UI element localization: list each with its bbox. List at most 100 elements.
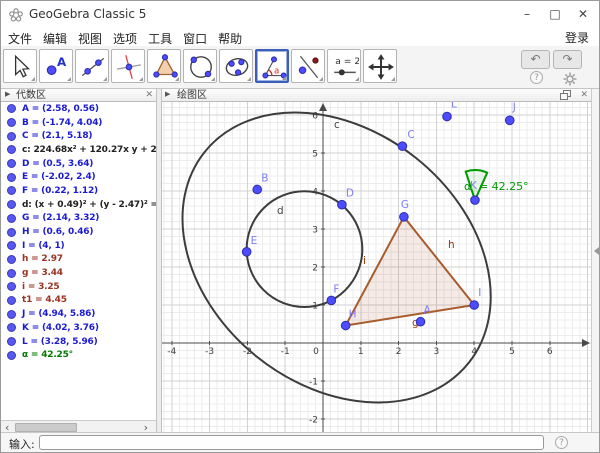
visibility-marble-icon[interactable] (7, 200, 16, 209)
menu-item-5[interactable]: 工具 (148, 30, 172, 47)
menu-item-4[interactable]: 选项 (113, 30, 137, 47)
algebra-item[interactable]: c: 224.68x² + 120.27x y + 250.8 (1, 143, 156, 157)
algebra-item[interactable]: L = (3.28, 5.96) (1, 335, 156, 349)
line-tool[interactable] (75, 49, 109, 83)
segment-label-h: h (448, 239, 455, 251)
algebra-item[interactable]: i = 3.25 (1, 280, 156, 294)
help-icon[interactable]: ? (530, 71, 543, 84)
move-tool[interactable] (3, 49, 37, 83)
angle-tool[interactable]: a (255, 49, 289, 83)
algebra-item-text: F = (0.22, 1.12) (22, 186, 98, 196)
point-B[interactable] (253, 185, 262, 194)
visibility-marble-icon[interactable] (7, 159, 16, 168)
collapse-handle-icon[interactable] (594, 247, 599, 255)
redo-button[interactable]: ↷ (553, 50, 582, 69)
point-K[interactable] (471, 196, 480, 205)
triangle-t1[interactable] (346, 217, 475, 326)
algebra-item[interactable]: H = (0.6, 0.46) (1, 225, 156, 239)
scrollbar-thumb[interactable] (15, 423, 77, 432)
point-L[interactable] (443, 112, 452, 121)
algebra-item-text: E = (-2.02, 2.4) (22, 172, 95, 182)
visibility-marble-icon[interactable] (7, 282, 16, 291)
menu-item-2[interactable]: 编辑 (43, 30, 67, 47)
visibility-marble-icon[interactable] (7, 228, 16, 237)
reflect-tool[interactable] (291, 49, 325, 83)
point-F[interactable] (327, 296, 336, 305)
algebra-item[interactable]: K = (4.02, 3.76) (1, 321, 156, 335)
angle-value-label: = 42.25° (479, 180, 529, 193)
input-help-icon[interactable]: ? (555, 436, 568, 449)
point-C[interactable] (398, 142, 407, 151)
visibility-marble-icon[interactable] (7, 337, 16, 346)
algebra-item[interactable]: D = (0.5, 3.64) (1, 157, 156, 171)
point-A[interactable] (416, 317, 425, 326)
algebra-item[interactable]: C = (2.1, 5.18) (1, 129, 156, 143)
algebra-item[interactable]: h = 2.97 (1, 253, 156, 267)
visibility-marble-icon[interactable] (7, 351, 16, 360)
algebra-item[interactable]: J = (4.94, 5.86) (1, 307, 156, 321)
point-H[interactable] (341, 321, 350, 330)
visibility-marble-icon[interactable] (7, 132, 16, 141)
algebra-item[interactable]: g = 3.44 (1, 266, 156, 280)
polygon-tool[interactable] (147, 49, 181, 83)
maximize-button[interactable]: □ (541, 1, 569, 27)
graphics-close-icon[interactable]: ✕ (580, 89, 588, 102)
menu-item-1[interactable]: 文件 (8, 30, 32, 47)
perpendicular-line-tool[interactable] (111, 49, 145, 83)
login-button[interactable]: 登录 (565, 29, 589, 46)
visibility-marble-icon[interactable] (7, 323, 16, 332)
algebra-item[interactable]: d: (x + 0.49)² + (y - 2.47)² = 2.34 (1, 198, 156, 212)
visibility-marble-icon[interactable] (7, 255, 16, 264)
visibility-marble-icon[interactable] (7, 173, 16, 182)
algebra-item[interactable]: A = (2.58, 0.56) (1, 102, 156, 116)
point-tool[interactable]: A (39, 49, 73, 83)
algebra-item-text: K = (4.02, 3.76) (22, 323, 99, 333)
toolbar: Aa a = 2 ↶ ↷ ? (1, 46, 599, 89)
point-G[interactable] (400, 213, 409, 222)
visibility-marble-icon[interactable] (7, 145, 16, 154)
algebra-item[interactable]: t1 = 4.45 (1, 294, 156, 308)
slider-tool[interactable]: a = 2 (327, 49, 361, 83)
menu-item-3[interactable]: 视图 (78, 30, 102, 47)
visibility-marble-icon[interactable] (7, 296, 16, 305)
undo-button[interactable]: ↶ (521, 50, 550, 69)
collapse-triangle-icon[interactable]: ▶ (165, 90, 170, 98)
algebra-item[interactable]: α = 42.25° (1, 348, 156, 362)
graphics-title: 绘图区 (177, 89, 207, 102)
algebra-close-icon[interactable]: ✕ (145, 89, 153, 102)
visibility-marble-icon[interactable] (7, 214, 16, 223)
algebra-item[interactable]: E = (-2.02, 2.4) (1, 170, 156, 184)
visibility-marble-icon[interactable] (7, 104, 16, 113)
visibility-marble-icon[interactable] (7, 186, 16, 195)
x-tick-label: 6 (547, 347, 553, 357)
point-D[interactable] (338, 200, 347, 209)
visibility-marble-icon[interactable] (7, 310, 16, 319)
algebra-item[interactable]: I = (4, 1) (1, 239, 156, 253)
close-button[interactable]: ✕ (569, 1, 597, 27)
y-tick-label: 3 (312, 226, 318, 236)
visibility-marble-icon[interactable] (7, 241, 16, 250)
graphics-canvas[interactable]: -4-3-2-10123456-2-1123456cdihgα= 42.25°A… (162, 102, 591, 434)
menu-item-6[interactable]: 窗口 (183, 30, 207, 47)
point-I[interactable] (470, 301, 479, 310)
collapse-triangle-icon[interactable]: ▶ (5, 90, 10, 98)
conic-c-label: c (334, 119, 340, 131)
point-E[interactable] (242, 248, 251, 257)
conic-c[interactable] (162, 102, 548, 434)
command-input[interactable] (39, 435, 544, 450)
minimize-button[interactable]: – (513, 1, 541, 27)
move-graphics-tool[interactable] (363, 49, 397, 83)
input-bar: 输入: ? (1, 432, 599, 452)
gear-icon[interactable] (563, 71, 577, 85)
algebra-item[interactable]: B = (-1.74, 4.04) (1, 116, 156, 130)
point-J[interactable] (505, 116, 514, 125)
algebra-item-text: C = (2.1, 5.18) (22, 131, 92, 141)
menu-item-7[interactable]: 帮助 (218, 30, 242, 47)
algebra-item[interactable]: F = (0.22, 1.12) (1, 184, 156, 198)
visibility-marble-icon[interactable] (7, 269, 16, 278)
point-label-A: A (424, 305, 432, 317)
algebra-item[interactable]: G = (2.14, 3.32) (1, 212, 156, 226)
circle-tool[interactable] (183, 49, 217, 83)
ellipse-tool[interactable] (219, 49, 253, 83)
visibility-marble-icon[interactable] (7, 118, 16, 127)
